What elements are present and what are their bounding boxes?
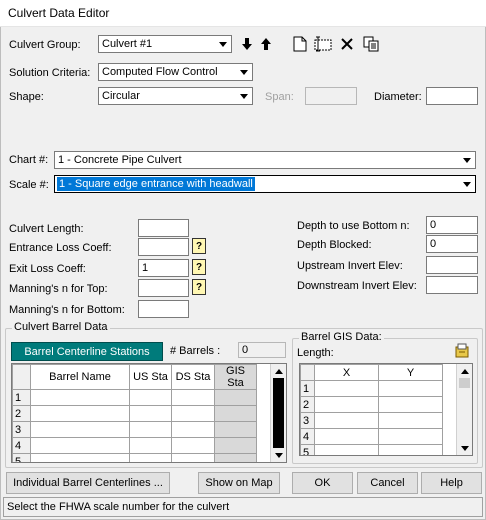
delete-icon[interactable] bbox=[338, 35, 356, 53]
ds-invert-field[interactable] bbox=[426, 276, 478, 294]
rename-icon[interactable] bbox=[314, 35, 332, 53]
culvert-length-label: Culvert Length: bbox=[9, 223, 84, 235]
arrow-down-icon[interactable] bbox=[238, 35, 256, 53]
culvert-group-select[interactable]: Culvert #1 bbox=[98, 35, 232, 53]
col-x: X bbox=[314, 364, 379, 381]
barrels-count-field: 0 bbox=[238, 342, 286, 358]
table-row: 2 bbox=[300, 396, 443, 413]
depth-blocked-label: Depth Blocked: bbox=[297, 239, 372, 251]
exit-loss-label: Exit Loss Coeff: bbox=[9, 263, 86, 275]
dialog-body: Culvert Group: Culvert #1 Solution Crite… bbox=[0, 27, 486, 520]
span-label: Span: bbox=[265, 91, 294, 103]
solution-criteria-value: Computed Flow Control bbox=[102, 66, 218, 78]
help-icon[interactable]: ? bbox=[192, 238, 206, 254]
window-title: Culvert Data Editor bbox=[8, 6, 110, 20]
table-row: 5 bbox=[12, 453, 257, 462]
chevron-down-icon bbox=[216, 37, 230, 51]
ds-invert-label: Downstream Invert Elev: bbox=[297, 280, 417, 292]
chevron-down-icon bbox=[237, 65, 251, 79]
barrels-count-label: # Barrels : bbox=[170, 345, 221, 357]
span-field bbox=[305, 87, 357, 105]
cancel-button[interactable]: Cancel bbox=[357, 472, 418, 494]
mannings-bottom-field[interactable] bbox=[138, 300, 189, 318]
table-row: 5 bbox=[300, 444, 443, 455]
table-corner bbox=[12, 364, 31, 390]
mannings-top-field[interactable] bbox=[138, 279, 189, 297]
diameter-field[interactable] bbox=[426, 87, 478, 105]
scroll-down-icon[interactable] bbox=[457, 441, 472, 455]
col-gis-sta: GIS Sta bbox=[214, 364, 257, 390]
copy-icon[interactable] bbox=[362, 35, 380, 53]
scroll-down-icon[interactable] bbox=[271, 448, 286, 462]
barrel-table-scrollbar[interactable] bbox=[270, 364, 286, 462]
table-corner bbox=[300, 364, 315, 381]
scroll-thumb[interactable] bbox=[273, 378, 284, 448]
col-y: Y bbox=[378, 364, 443, 381]
help-button[interactable]: Help bbox=[421, 472, 482, 494]
title-bar: Culvert Data Editor bbox=[0, 0, 486, 27]
entrance-loss-label: Entrance Loss Coeff: bbox=[9, 242, 112, 254]
us-invert-label: Upstream Invert Elev: bbox=[297, 260, 403, 272]
scale-value: 1 - Square edge entrance with headwall bbox=[57, 177, 255, 191]
col-ds-sta: DS Sta bbox=[171, 364, 215, 390]
scroll-thumb[interactable] bbox=[459, 378, 470, 388]
status-text: Select the FHWA scale number for the cul… bbox=[7, 501, 230, 513]
entrance-loss-field[interactable] bbox=[138, 238, 189, 256]
solution-criteria-label: Solution Criteria: bbox=[9, 67, 91, 79]
scroll-up-icon[interactable] bbox=[271, 364, 286, 378]
chevron-down-icon bbox=[237, 89, 251, 103]
culvert-barrel-data-title: Culvert Barrel Data bbox=[12, 321, 110, 333]
new-document-icon[interactable] bbox=[291, 35, 309, 53]
table-row: 1 bbox=[300, 380, 443, 397]
chevron-down-icon bbox=[460, 177, 474, 191]
barrel-centerline-stations-button[interactable]: Barrel Centerline Stations bbox=[11, 342, 163, 361]
scale-select[interactable]: 1 - Square edge entrance with headwall bbox=[54, 175, 476, 193]
shape-value: Circular bbox=[102, 90, 140, 102]
table-row: 2 bbox=[12, 405, 257, 422]
gis-import-icon[interactable] bbox=[453, 342, 471, 360]
shape-label: Shape: bbox=[9, 91, 44, 103]
col-us-sta: US Sta bbox=[129, 364, 172, 390]
solution-criteria-select[interactable]: Computed Flow Control bbox=[98, 63, 253, 81]
shape-select[interactable]: Circular bbox=[98, 87, 253, 105]
ok-button[interactable]: OK bbox=[292, 472, 353, 494]
scroll-up-icon[interactable] bbox=[457, 364, 472, 378]
diameter-label: Diameter: bbox=[374, 91, 422, 103]
culvert-length-field[interactable] bbox=[138, 219, 189, 237]
depth-blocked-field[interactable]: 0 bbox=[426, 235, 478, 253]
status-bar: Select the FHWA scale number for the cul… bbox=[3, 497, 483, 517]
barrel-table[interactable]: Barrel Name US Sta DS Sta GIS Sta 1 2 3 … bbox=[11, 363, 287, 463]
table-row: 4 bbox=[12, 437, 257, 454]
scale-label: Scale #: bbox=[9, 179, 49, 191]
table-row: 4 bbox=[300, 428, 443, 445]
barrel-gis-data-title: Barrel GIS Data: bbox=[299, 331, 384, 343]
help-icon[interactable]: ? bbox=[192, 259, 206, 275]
exit-loss-field[interactable]: 1 bbox=[138, 259, 189, 277]
chevron-down-icon bbox=[460, 153, 474, 167]
table-row: 3 bbox=[300, 412, 443, 429]
chart-value: 1 - Concrete Pipe Culvert bbox=[58, 154, 182, 166]
chart-select[interactable]: 1 - Concrete Pipe Culvert bbox=[54, 151, 476, 169]
show-on-map-button[interactable]: Show on Map bbox=[198, 472, 280, 494]
help-icon[interactable]: ? bbox=[192, 279, 206, 295]
gis-length-label: Length: bbox=[297, 347, 334, 359]
mannings-top-label: Manning's n for Top: bbox=[9, 283, 108, 295]
depth-bottom-n-label: Depth to use Bottom n: bbox=[297, 220, 410, 232]
arrow-up-icon[interactable] bbox=[257, 35, 275, 53]
us-invert-field[interactable] bbox=[426, 256, 478, 274]
table-row: 1 bbox=[12, 389, 257, 406]
gis-table-scrollbar[interactable] bbox=[456, 364, 472, 455]
table-row: 3 bbox=[12, 421, 257, 438]
chart-label: Chart #: bbox=[9, 154, 49, 166]
gis-table[interactable]: X Y 1 2 3 4 5 bbox=[299, 363, 473, 456]
individual-barrel-centerlines-button[interactable]: Individual Barrel Centerlines ... bbox=[6, 472, 170, 494]
col-barrel-name: Barrel Name bbox=[30, 364, 130, 390]
depth-bottom-n-field[interactable]: 0 bbox=[426, 216, 478, 234]
culvert-group-label: Culvert Group: bbox=[9, 39, 81, 51]
culvert-group-value: Culvert #1 bbox=[102, 38, 153, 50]
mannings-bottom-label: Manning's n for Bottom: bbox=[9, 304, 125, 316]
